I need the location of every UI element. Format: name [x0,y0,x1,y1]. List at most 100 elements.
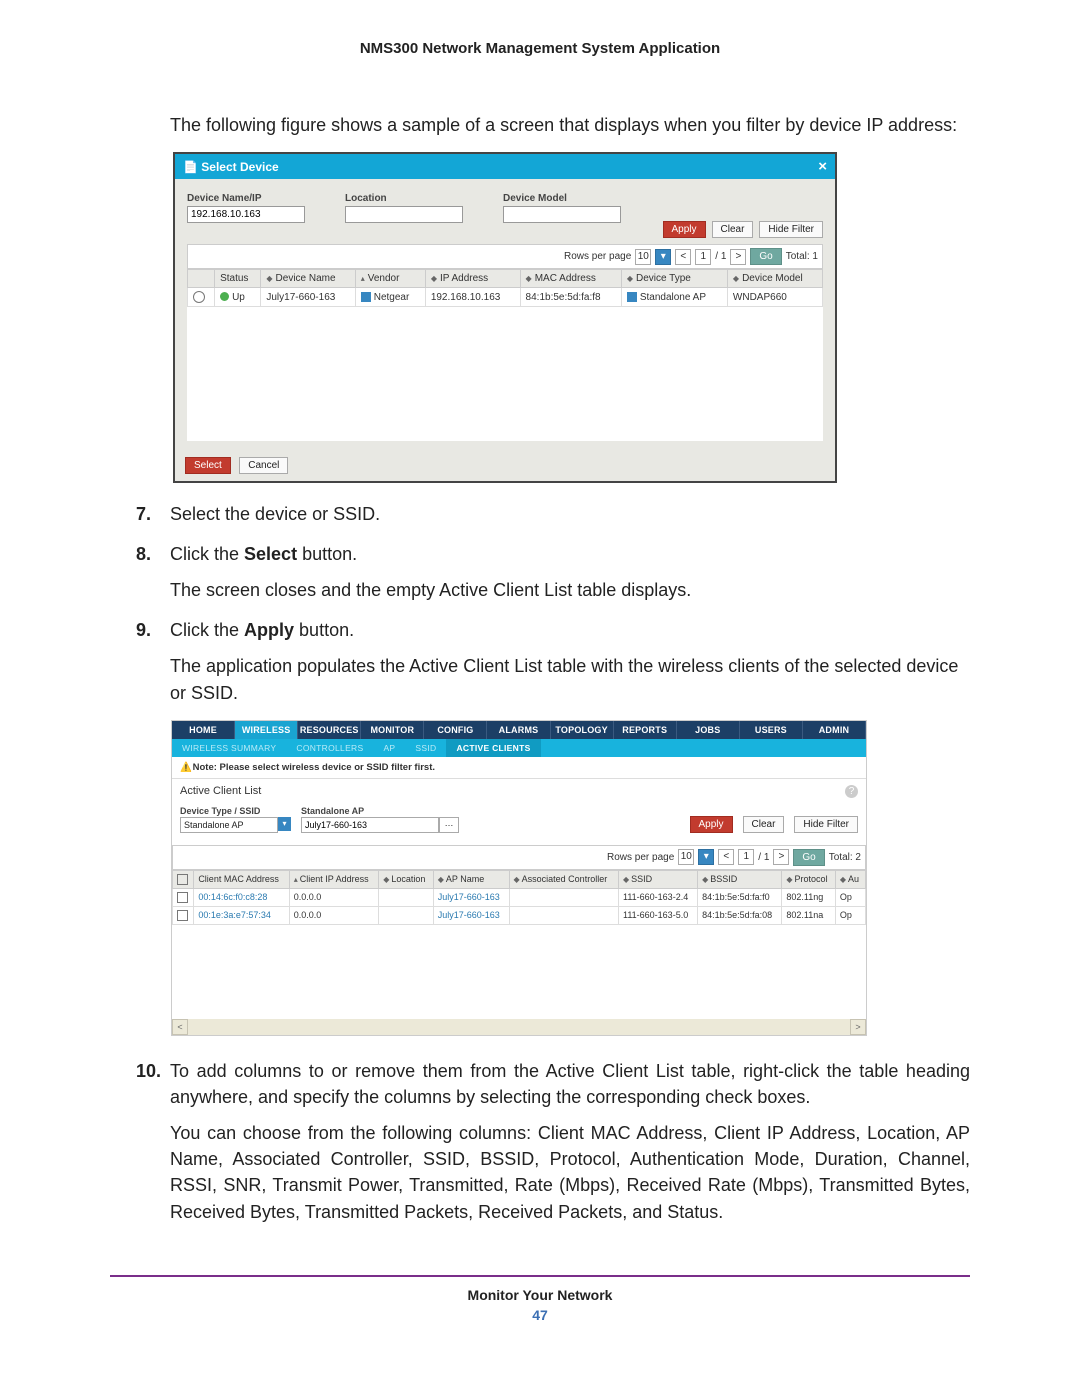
rows-size[interactable]: 10 [678,849,694,865]
step-7: 7.Select the device or SSID. [60,501,1020,527]
rows-label: Rows per page [564,251,631,262]
input-location[interactable] [345,206,463,223]
col-name[interactable]: ◆Device Name [261,270,355,288]
pager-top: Rows per page 10 ▾ < 1 / 1 > Go Total: 1 [187,244,823,269]
help-icon[interactable]: ? [845,785,858,798]
tab-topology[interactable]: TOPOLOGY [551,721,614,739]
subtab-controllers[interactable]: CONTROLLERS [286,739,373,757]
sort-icon: ◆ [786,875,792,884]
subtab-ssid[interactable]: SSID [405,739,446,757]
page-input[interactable]: 1 [738,849,754,865]
col-ap[interactable]: ◆AP Name [433,870,509,888]
tab-config[interactable]: CONFIG [424,721,487,739]
step-10: 10.To add columns to or remove them from… [60,1058,1020,1225]
col-check[interactable] [173,870,194,888]
go-button[interactable]: Go [750,248,781,265]
close-icon[interactable]: × [818,158,827,175]
col-radio[interactable] [188,270,215,288]
col-mac[interactable]: Client MAC Address [194,870,289,888]
sub-tabs: WIRELESS SUMMARYCONTROLLERSAPSSIDACTIVE … [172,739,866,757]
select-device-type[interactable]: Standalone AP [180,817,278,833]
scroll-right-icon[interactable]: > [850,1019,866,1035]
hide-filter-button[interactable]: Hide Filter [759,221,823,238]
go-button[interactable]: Go [793,849,824,866]
horizontal-scrollbar[interactable]: < > [172,1019,866,1035]
input-device-model[interactable] [503,206,621,223]
checkbox[interactable] [177,910,188,921]
tab-admin[interactable]: ADMIN [803,721,866,739]
table-row[interactable]: Up July17-660-163 Netgear 192.168.10.163… [188,288,823,307]
tab-home[interactable]: HOME [172,721,235,739]
clear-button[interactable]: Clear [712,221,754,238]
subtab-ap[interactable]: AP [373,739,405,757]
label-device-model: Device Model [503,193,621,204]
table-row[interactable]: 00:1e:3a:e7:57:340.0.0.0July17-660-16311… [173,906,866,924]
subtab-active-clients[interactable]: ACTIVE CLIENTS [446,739,540,757]
apply-button[interactable]: Apply [690,816,733,833]
scroll-left-icon[interactable]: < [172,1019,188,1035]
page-next[interactable]: > [773,849,789,865]
filter-row: Device Type / SSID Standalone AP▾ Standa… [172,804,866,839]
section-header: Active Client List ? [172,779,866,804]
tab-reports[interactable]: REPORTS [614,721,677,739]
tab-users[interactable]: USERS [740,721,803,739]
tab-alarms[interactable]: ALARMS [487,721,550,739]
input-ap[interactable] [301,817,439,833]
checkbox-all[interactable] [177,874,188,885]
tab-resources[interactable]: RESOURCES [298,721,361,739]
hide-filter-button[interactable]: Hide Filter [794,816,858,833]
col-ip[interactable]: ◆IP Address [425,270,520,288]
col-model[interactable]: ◆Device Model [727,270,822,288]
page-next[interactable]: > [730,249,746,265]
sort-asc-icon: ▴ [294,875,298,884]
input-device-name[interactable] [187,206,305,223]
sort-icon: ◆ [733,274,739,283]
col-status[interactable]: Status [215,270,261,288]
section-title: Active Client List [180,785,261,797]
dropdown-icon[interactable]: ▾ [278,817,291,831]
warning-icon: ⚠️ [180,762,190,772]
page-total: / 1 [715,251,726,262]
page-number: 47 [60,1307,1020,1323]
col-au[interactable]: ◆Au [835,870,865,888]
col-mac[interactable]: ◆MAC Address [520,270,621,288]
dropdown-icon[interactable]: ▾ [698,849,714,865]
apply-button[interactable]: Apply [663,221,706,238]
col-ip[interactable]: ▴Client IP Address [289,870,378,888]
clear-button[interactable]: Clear [743,816,785,833]
table-row[interactable]: 00:14:6c:f0:c8:280.0.0.0July17-660-16311… [173,888,866,906]
select-button[interactable]: Select [185,457,231,474]
rows-size[interactable]: 10 [635,249,651,265]
subtab-wireless-summary[interactable]: WIRELESS SUMMARY [172,739,286,757]
tab-monitor[interactable]: MONITOR [361,721,424,739]
radio-button[interactable] [193,291,205,303]
vendor-icon [361,292,371,302]
col-proto[interactable]: ◆Protocol [782,870,836,888]
total-label: Total: 1 [786,251,818,262]
label-device-name: Device Name/IP [187,193,305,204]
col-loc[interactable]: ◆Location [379,870,434,888]
cancel-button[interactable]: Cancel [239,457,288,474]
total-label: Total: 2 [829,852,861,863]
page-prev[interactable]: < [675,249,691,265]
page-prev[interactable]: < [718,849,734,865]
rows-label: Rows per page [607,852,674,863]
field-device-model: Device Model [503,193,621,223]
col-type[interactable]: ◆Device Type [621,270,727,288]
sort-icon: ◆ [266,274,272,283]
browse-button[interactable]: … [439,817,459,833]
sort-icon: ◆ [627,274,633,283]
tab-jobs[interactable]: JOBS [677,721,740,739]
field-device-name: Device Name/IP [187,193,305,223]
checkbox[interactable] [177,892,188,903]
col-ssid[interactable]: ◆SSID [618,870,697,888]
step-9: 9.Click the Apply button. The applicatio… [60,617,1020,705]
tab-wireless[interactable]: WIRELESS [235,721,298,739]
dropdown-icon[interactable]: ▾ [655,249,671,265]
col-ctrl[interactable]: ◆Associated Controller [509,870,618,888]
page-input[interactable]: 1 [695,249,711,265]
sort-asc-icon: ▴ [361,274,365,283]
sort-icon: ◆ [623,875,629,884]
col-bssid[interactable]: ◆BSSID [698,870,782,888]
col-vendor[interactable]: ▴Vendor [355,270,425,288]
